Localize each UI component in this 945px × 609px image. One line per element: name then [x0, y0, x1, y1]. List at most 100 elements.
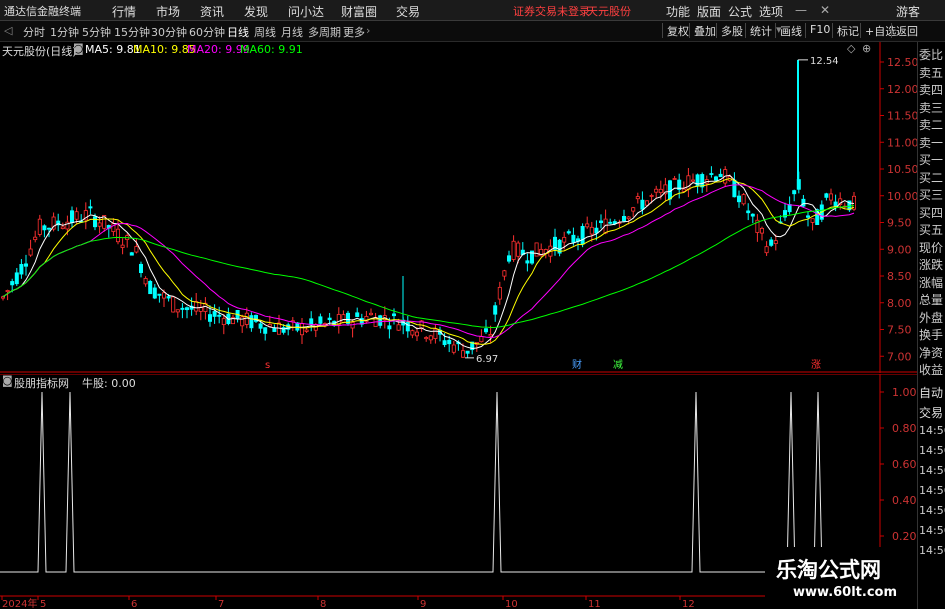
x-axis-label: 10 [505, 599, 518, 609]
tool-f10[interactable]: F10 [805, 23, 830, 38]
tool-fuquan[interactable]: 复权 [662, 23, 689, 38]
candle-body [511, 240, 516, 260]
guest-label[interactable]: 游客 [896, 3, 920, 20]
candle-body [442, 340, 447, 346]
candle-body [479, 336, 484, 343]
candle-body [571, 234, 576, 243]
candle-body [796, 179, 801, 190]
minimize-icon[interactable]: — [795, 3, 807, 17]
high-price-label: 12.54 [810, 56, 839, 67]
trade-login-notice[interactable]: 证券交易未登录 [513, 3, 590, 19]
candle-body [341, 314, 346, 323]
bull-signal-line [0, 391, 880, 573]
tick-time: 14:56 [919, 544, 945, 557]
period-weekly[interactable]: 周线 [254, 24, 276, 40]
period-30min[interactable]: 30分钟 [151, 24, 187, 40]
menu-gongneng[interactable]: 功能 [666, 3, 690, 20]
ma5-line [2, 174, 855, 349]
tick-time: 14:56 [919, 444, 945, 457]
candle-body [493, 305, 498, 315]
menu-wenxiaoda[interactable]: 问小达 [288, 3, 324, 20]
candle-body [488, 334, 493, 337]
period-15min[interactable]: 15分钟 [114, 24, 150, 40]
trade-tab[interactable]: 交易 [919, 404, 945, 421]
candle-body [33, 236, 38, 241]
candle-body [47, 227, 52, 230]
tool-diejia[interactable]: 叠加 [689, 23, 716, 38]
candle-body [5, 290, 10, 293]
event-marker[interactable]: 减 [613, 359, 623, 371]
period-more[interactable]: 更多 [343, 24, 365, 40]
quote-field-label: 买四 [919, 205, 944, 220]
close-icon[interactable]: ✕ [820, 3, 830, 17]
event-marker[interactable]: s [265, 360, 270, 371]
price-tick-label: 11.50 [887, 110, 917, 123]
quote-field-label: 外盘 [919, 310, 944, 325]
candle-body [562, 236, 567, 243]
event-marker[interactable]: 财 [572, 358, 582, 371]
period-fenshi[interactable]: 分时 [23, 24, 45, 40]
period-monthly[interactable]: 月线 [281, 24, 303, 40]
candle-body [143, 278, 148, 285]
tool-biaoji[interactable]: 标记 [832, 23, 859, 38]
menu-shichang[interactable]: 市场 [156, 3, 180, 20]
menu-faxian[interactable]: 发现 [244, 3, 268, 20]
candle-body [566, 231, 571, 234]
candle-body [37, 218, 42, 235]
current-stock-name: 天元股份 [587, 5, 631, 18]
candlestick-chart[interactable]: 12.50 12.00 11.50 11.00 10.50 10.00 9.50 9.00 8.… [0, 42, 917, 373]
quote-field-label: 卖二 [919, 118, 944, 132]
chevron-right-icon[interactable]: › [366, 24, 370, 37]
candle-body [180, 307, 185, 310]
menu-banmian[interactable]: 版面 [697, 3, 721, 20]
tool-tongji[interactable]: 统计 [745, 23, 772, 38]
candle-body [295, 322, 300, 331]
candle-body [299, 323, 304, 336]
tool-back[interactable]: 返回 [891, 23, 918, 38]
period-daily[interactable]: 日线 [227, 24, 249, 40]
price-tick-label: 11.00 [887, 136, 917, 149]
menu-caifuquan[interactable]: 财富圈 [341, 3, 377, 20]
candle-body [428, 335, 433, 341]
collapse-icon[interactable]: ◁ [4, 24, 12, 37]
candle-body [691, 179, 696, 182]
watermark-url: www.60lt.com [793, 585, 898, 600]
candle-body [465, 350, 470, 354]
menu-jiaoyi[interactable]: 交易 [396, 3, 420, 20]
candle-body [658, 188, 663, 194]
menu-xuanxiang[interactable]: 选项 [759, 3, 783, 20]
candle-body [709, 173, 714, 175]
tool-duogu[interactable]: 多股 [716, 23, 743, 38]
candle-body [120, 244, 125, 248]
event-marker[interactable]: 涨 [811, 359, 821, 371]
menu-hangqing[interactable]: 行情 [112, 3, 136, 20]
candle-body [116, 228, 121, 243]
menu-zixun[interactable]: 资讯 [200, 3, 224, 20]
trade-tab[interactable]: 自动 [919, 384, 945, 401]
candle-body [668, 180, 673, 200]
low-price-label: 6.97 [476, 354, 498, 365]
candle-body [608, 221, 613, 224]
price-tick-label: 12.50 [887, 56, 917, 69]
candle-body [74, 211, 79, 220]
period-multi[interactable]: 多周期 [308, 24, 341, 40]
candle-body [773, 240, 778, 244]
price-tick-label: 7.50 [887, 324, 912, 337]
candle-body [396, 324, 401, 331]
indicator-tick-label: 0.20 [892, 530, 917, 543]
candle-body [244, 312, 249, 325]
price-tick-label: 9.50 [887, 217, 912, 230]
tool-huaxian[interactable]: 画线 [775, 23, 802, 38]
period-5min[interactable]: 5分钟 [82, 24, 111, 40]
candle-body [97, 222, 102, 227]
period-1min[interactable]: 1分钟 [50, 24, 79, 40]
candle-body [194, 301, 199, 312]
candle-body [700, 174, 705, 188]
menu-gongshi[interactable]: 公式 [728, 3, 752, 20]
x-axis-label: 12 [682, 599, 695, 609]
candle-body [801, 198, 806, 207]
quote-field-label: 委比 [919, 48, 944, 62]
period-60min[interactable]: 60分钟 [189, 24, 225, 40]
candle-body [217, 314, 222, 317]
candle-body [769, 239, 774, 246]
